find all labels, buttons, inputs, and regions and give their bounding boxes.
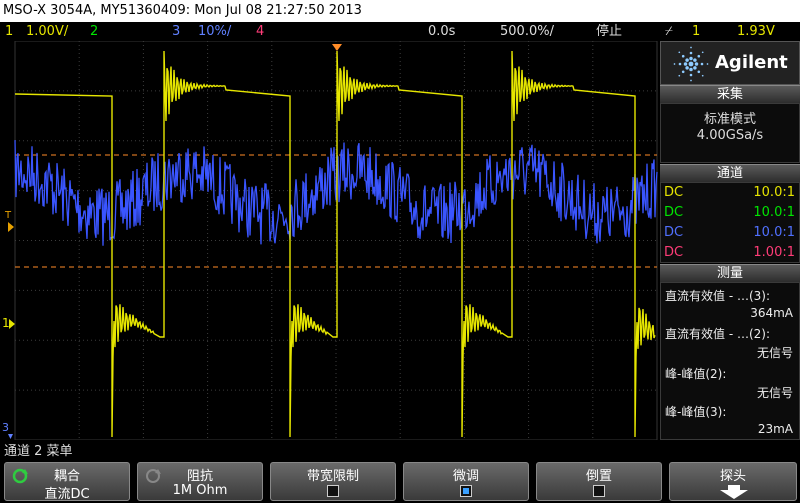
acquisition-box[interactable]: 标准模式 4.00GSa/s: [660, 103, 800, 163]
ch4-number[interactable]: 4: [256, 22, 264, 41]
trigger-slope-icon: ⌿: [665, 24, 673, 39]
measurement-2-label: 直流有效值 - …(2):: [665, 327, 771, 341]
measurement-3-value: 无信号: [756, 386, 793, 400]
ch1-ground-label: 1: [2, 316, 10, 330]
ch3-number[interactable]: 3: [172, 22, 180, 41]
right-panel: Agilent 采集 标准模式 4.00GSa/s 通道 DC 10.0:1 D…: [660, 41, 800, 440]
impedance-softkey[interactable]: 阻抗 1M Ohm: [137, 462, 263, 501]
impedance-value: 1M Ohm: [172, 483, 228, 498]
invert-checkbox[interactable]: [593, 485, 605, 497]
measurement-4-value: 23mA: [757, 422, 793, 436]
ch3-scale: 10%/: [198, 24, 232, 39]
channels-box[interactable]: DC 10.0:1 DC 10.0:1 DC 10.0:1 DC 1.00:1: [660, 182, 800, 263]
channel-row-4: DC 1.00:1: [664, 245, 795, 260]
channel-row-2: DC 10.0:1: [664, 205, 795, 220]
acquisition-mode: 标准模式: [703, 112, 756, 127]
measurement-4-label: 峰-峰值(3):: [665, 405, 727, 419]
coupling-softkey[interactable]: 耦合 直流DC: [4, 462, 130, 502]
bandwidth-limit-checkbox[interactable]: [327, 485, 339, 497]
measurement-1-label: 直流有效值 - …(3):: [665, 289, 771, 303]
measurement-3-label: 峰-峰值(2):: [665, 367, 727, 381]
agilent-logo: Agilent: [660, 41, 800, 85]
ch3-ground-marker: [8, 434, 13, 439]
graticule: T 1 3: [2, 41, 658, 440]
fine-adjust-checkbox[interactable]: [460, 485, 472, 497]
impedance-label: 阻抗: [186, 469, 213, 484]
window-title: MSO-X 3054A, MY51360409: Mon Jul 08 21:2…: [0, 0, 800, 22]
coupling-label: 耦合: [53, 469, 80, 484]
bandwidth-limit-softkey[interactable]: 带宽限制: [270, 462, 396, 501]
measurements-header: 测量: [660, 264, 800, 282]
trigger-level: 1.93V: [737, 24, 775, 39]
trigger-marker-label: T: [4, 210, 12, 221]
measurements-box[interactable]: 直流有效值 - …(3): 364mA 直流有效值 - …(2): 无信号 峰-…: [660, 282, 800, 440]
ch1-ground-marker: [9, 319, 15, 329]
sample-rate: 4.00GSa/s: [696, 128, 764, 143]
run-state[interactable]: 停止: [596, 22, 622, 41]
channel-row-3: DC 10.0:1: [664, 225, 795, 240]
channel-row-1: DC 10.0:1: [664, 185, 795, 200]
fine-adjust-label: 微调: [452, 469, 479, 484]
measurement-2-value: 无信号: [756, 346, 793, 360]
time-delay: 0.0s: [428, 24, 456, 39]
invert-softkey[interactable]: 倒置: [536, 462, 662, 501]
agilent-spark-icon: [673, 46, 709, 82]
status-bar: 1 1.00V/ 2 3 10%/ 4 0.0s 500.0%/ 停止 ⌿ 1 …: [0, 22, 800, 41]
ch2-number[interactable]: 2: [90, 22, 98, 41]
probe-label: 探头: [719, 469, 746, 484]
waveform-display[interactable]: T 1 3: [0, 41, 660, 440]
ch1-scale: 1.00V/: [26, 24, 69, 39]
probe-softkey[interactable]: 探头: [669, 462, 797, 501]
menu-title: 通道 2 菜单: [4, 444, 73, 459]
fine-adjust-softkey[interactable]: 微调: [403, 462, 529, 501]
submenu-arrow-icon: [720, 485, 748, 499]
trigger-level-marker: [8, 222, 14, 232]
bandwidth-limit-label: 带宽限制: [306, 469, 359, 484]
coupling-value: 直流DC: [44, 487, 90, 502]
acquisition-header: 采集: [660, 85, 800, 103]
channels-header: 通道: [660, 164, 800, 182]
brand-name: Agilent: [715, 52, 788, 73]
invert-label: 倒置: [585, 469, 612, 484]
ch1-number[interactable]: 1: [5, 22, 13, 41]
measurement-1-value: 364mA: [750, 306, 793, 320]
trigger-source: 1: [692, 24, 701, 39]
time-scale: 500.0%/: [500, 24, 554, 39]
ch3-ground-label: 3: [2, 421, 9, 434]
